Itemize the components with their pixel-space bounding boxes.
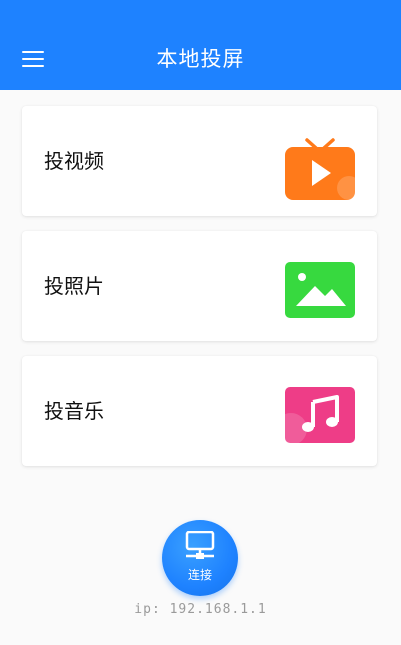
page-title: 本地投屏 [156, 47, 245, 71]
image-icon [285, 262, 355, 318]
monitor-network-icon [185, 531, 215, 559]
cast-music-label: 投音乐 [44, 399, 104, 423]
music-note-icon [285, 387, 355, 445]
cast-video-label: 投视频 [44, 149, 104, 173]
ip-address: ip: 192.168.1.1 [134, 602, 267, 617]
connect-label: 连接 [187, 568, 212, 582]
cast-photo-card[interactable]: 投照片 [22, 231, 377, 341]
tv-play-icon [285, 138, 355, 200]
status-bar [0, 0, 401, 28]
app-bar: 本地投屏 [0, 28, 401, 90]
cast-video-card[interactable]: 投视频 [22, 106, 377, 216]
connect-button[interactable]: 连接 [162, 520, 238, 596]
cast-photo-label: 投照片 [44, 274, 104, 298]
cast-music-card[interactable]: 投音乐 [22, 356, 377, 466]
